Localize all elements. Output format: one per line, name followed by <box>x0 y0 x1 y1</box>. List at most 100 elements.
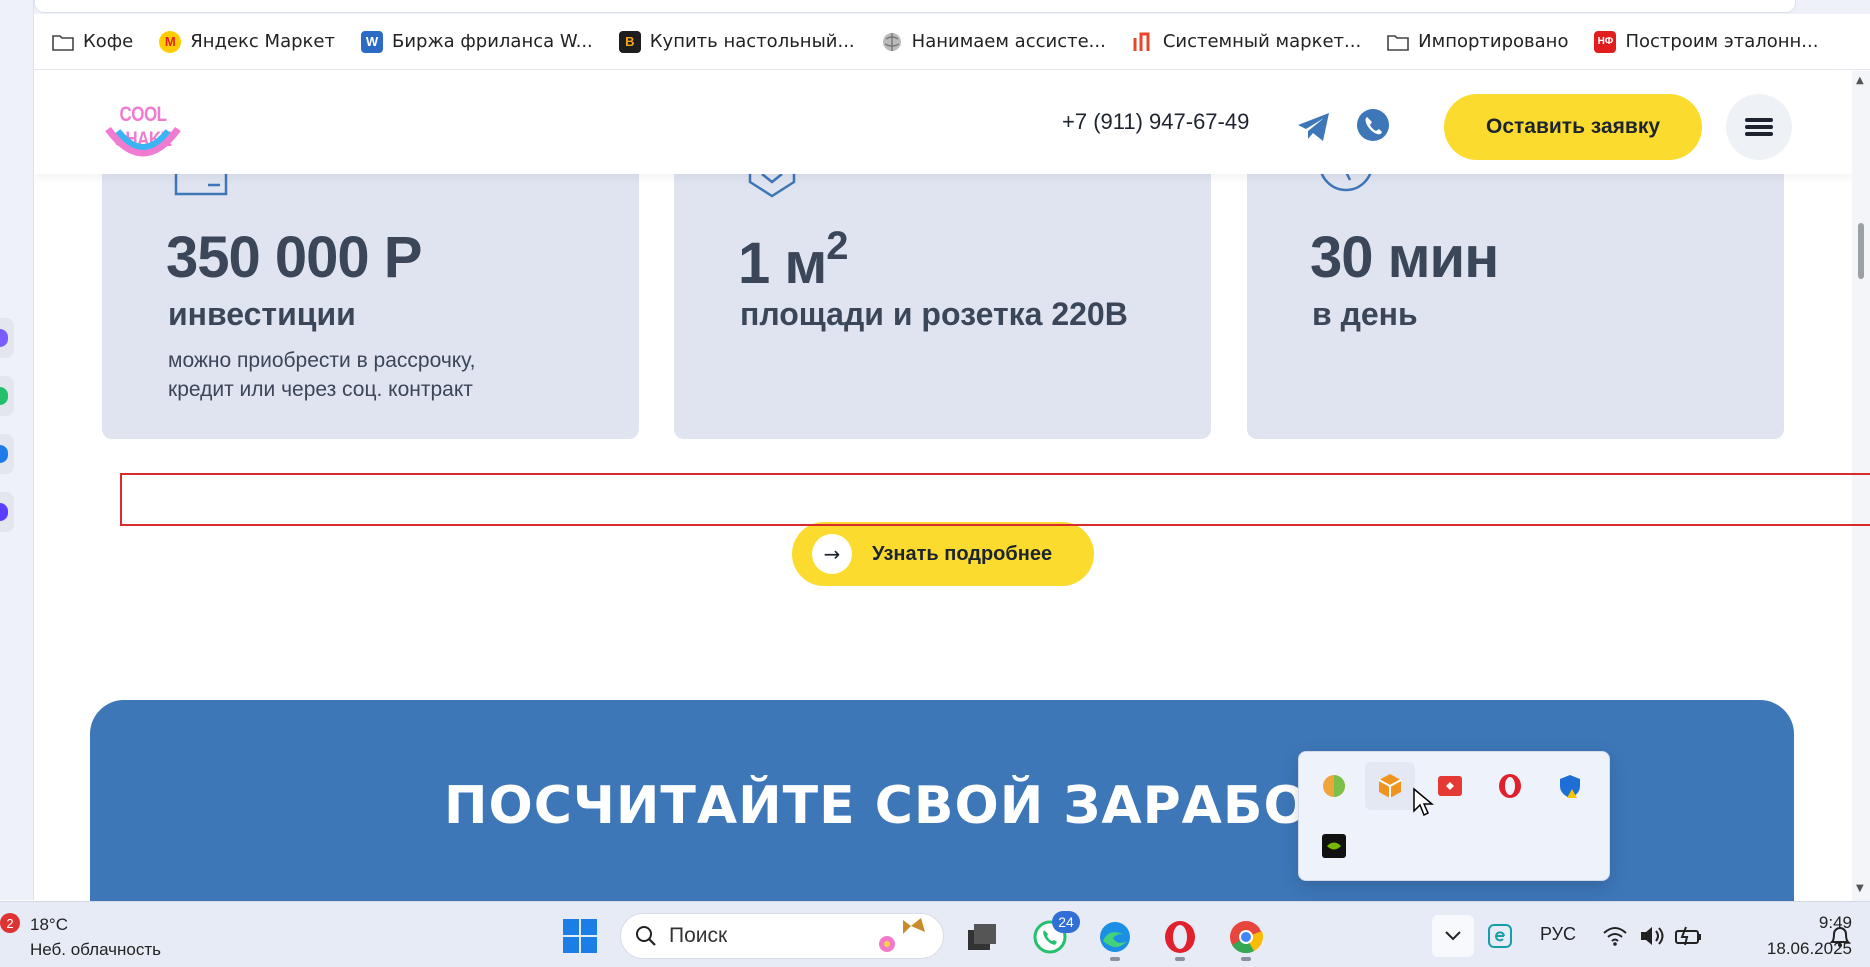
folder-icon <box>52 34 74 51</box>
browser-tab-strip <box>34 0 1870 14</box>
running-indicator <box>1241 957 1251 961</box>
stat-value-area-main: 1 м <box>738 231 827 296</box>
bookmark-hiring[interactable]: Нанимаем ассисте... <box>881 31 1106 53</box>
learn-more-button[interactable]: → Узнать подробнее <box>792 522 1094 586</box>
bookmark-freelance[interactable]: W Биржа фриланса W... <box>360 30 593 53</box>
weather-badge: 2 <box>0 913 20 933</box>
stat-sub-time: в день <box>1312 296 1418 332</box>
bookmark-label: Кофе <box>83 31 134 52</box>
market-icon <box>1133 32 1150 51</box>
folder-icon <box>1387 34 1409 51</box>
opera-icon <box>1499 774 1521 798</box>
nf-icon: НФ <box>1594 30 1617 53</box>
stat-value-time: 30 мин <box>1310 225 1499 290</box>
bookmark-imported[interactable]: Импортировано <box>1387 31 1568 52</box>
tray-item[interactable] <box>1309 822 1359 870</box>
weather-desc: Неб. облачность <box>30 940 161 959</box>
taskbar-app-taskview[interactable] <box>960 915 1004 959</box>
w-icon: W <box>360 30 383 53</box>
whatsapp-phone-icon[interactable] <box>1356 108 1390 142</box>
bookmark-label: Построим эталонн... <box>1625 31 1819 52</box>
learn-more-label: Узнать подробнее <box>872 542 1053 565</box>
bookmark-buy-table[interactable]: B Купить настольный... <box>618 30 855 53</box>
leave-request-button[interactable]: Оставить заявку <box>1444 94 1702 160</box>
yandex-market-icon: М <box>159 30 182 53</box>
stat-note-line: можно приобрести в рассрочку, <box>168 349 476 372</box>
bookmark-coffee[interactable]: Кофе <box>52 31 133 52</box>
b-icon: B <box>618 30 641 53</box>
stat-value-area: 1 м2 <box>738 224 849 297</box>
globe-icon <box>882 32 901 51</box>
sidebar-app-icon[interactable] <box>0 318 14 358</box>
stat-note-line: кредит или через соц. контракт <box>168 378 473 401</box>
tray-item[interactable] <box>1309 762 1359 810</box>
notifications-icon[interactable] <box>1826 924 1854 950</box>
whatsapp-badge: 24 <box>1052 911 1080 933</box>
bookmark-yandex-market[interactable]: М Яндекс Маркет <box>159 30 335 53</box>
chevron-down-icon <box>1445 931 1461 941</box>
language-indicator[interactable]: РУС <box>1540 924 1576 945</box>
bookmark-label: Системный маркет... <box>1162 31 1362 52</box>
eset-icon[interactable] <box>1488 924 1512 948</box>
menu-button[interactable] <box>1726 94 1792 160</box>
scrollbar-thumb[interactable] <box>1858 223 1864 279</box>
tray-expand-button[interactable] <box>1432 915 1474 957</box>
stat-note-investment: можно приобрести в рассрочку, кредит или… <box>168 346 528 404</box>
battery-icon[interactable] <box>1674 924 1702 948</box>
tray-item[interactable] <box>1545 762 1595 810</box>
chrome-icon <box>1230 921 1264 954</box>
sidebar-app-icon[interactable] <box>0 492 14 532</box>
stat-sub-area: площади и розетка 220В <box>740 296 1128 332</box>
arrow-right-icon: → <box>812 534 852 574</box>
sidebar-app-icon[interactable] <box>0 376 14 416</box>
bookmark-label: Яндекс Маркет <box>190 31 335 52</box>
butterfly-flower-icon <box>879 918 925 952</box>
calculator-title: ПОСЧИТАЙТЕ СВОЙ ЗАРАБОТО <box>444 776 1391 836</box>
wifi-icon[interactable] <box>1602 926 1628 946</box>
highlight-box <box>120 473 1870 526</box>
color-circle-icon <box>1323 775 1345 797</box>
anydesk-icon <box>1438 776 1462 796</box>
telegram-icon[interactable] <box>1296 110 1332 144</box>
orange-cube-icon <box>1378 774 1402 798</box>
scroll-down-icon[interactable]: ▼ <box>1856 883 1864 894</box>
windows-start-icon[interactable] <box>562 918 598 954</box>
taskbar-app-edge[interactable] <box>1093 915 1137 961</box>
stat-sub-investment: инвестиции <box>168 296 356 332</box>
bookmark-label: Купить настольный... <box>649 31 855 52</box>
scroll-up-icon[interactable]: ▲ <box>1856 75 1864 86</box>
edge-icon <box>1100 922 1130 952</box>
bookmarks-bar: Кофе М Яндекс Маркет W Биржа фриланса W.… <box>34 14 1870 70</box>
volume-icon[interactable] <box>1638 924 1666 948</box>
running-indicator <box>1175 957 1185 961</box>
site-header: COOL SHAKE +7 (911) 947-67-49 Оставить з… <box>34 71 1852 174</box>
running-indicator <box>1110 957 1120 961</box>
bookmark-label: Нанимаем ассисте... <box>911 31 1106 52</box>
bookmark-build-reference[interactable]: НФ Построим эталонн... <box>1594 30 1819 53</box>
phone-link[interactable]: +7 (911) 947-67-49 <box>1062 109 1249 135</box>
tray-item[interactable] <box>1485 762 1535 810</box>
logo-arcs-icon <box>105 126 181 157</box>
taskbar-search[interactable]: Поиск <box>620 913 944 959</box>
stat-value-area-sup: 2 <box>826 224 848 268</box>
tray-item[interactable] <box>1365 762 1415 810</box>
taskbar: 2 18°C Неб. облачность Поиск 24 РУС 9:49… <box>0 901 1870 967</box>
bookmark-system-market[interactable]: Системный маркет... <box>1132 31 1361 53</box>
nvidia-icon <box>1322 834 1346 858</box>
hamburger-icon <box>1745 115 1773 139</box>
stat-value-investment: 350 000 Р <box>166 225 422 290</box>
sidebar-app-icon[interactable] <box>0 434 14 474</box>
site-logo[interactable]: COOL SHAKE <box>100 102 186 173</box>
opera-icon <box>1165 921 1195 953</box>
active-tab-edge <box>34 0 1796 13</box>
taskbar-app-chrome[interactable] <box>1224 915 1268 961</box>
tray-overflow-popup <box>1298 751 1610 881</box>
defender-shield-icon <box>1560 775 1580 798</box>
weather-temp: 18°C <box>30 915 68 934</box>
taskbar-app-whatsapp[interactable]: 24 <box>1028 911 1080 959</box>
bookmark-label: Биржа фриланса W... <box>391 31 593 52</box>
taskbar-app-opera[interactable] <box>1158 915 1202 961</box>
search-icon <box>636 926 656 946</box>
task-view-icon <box>968 924 996 950</box>
search-placeholder: Поиск <box>669 924 728 947</box>
